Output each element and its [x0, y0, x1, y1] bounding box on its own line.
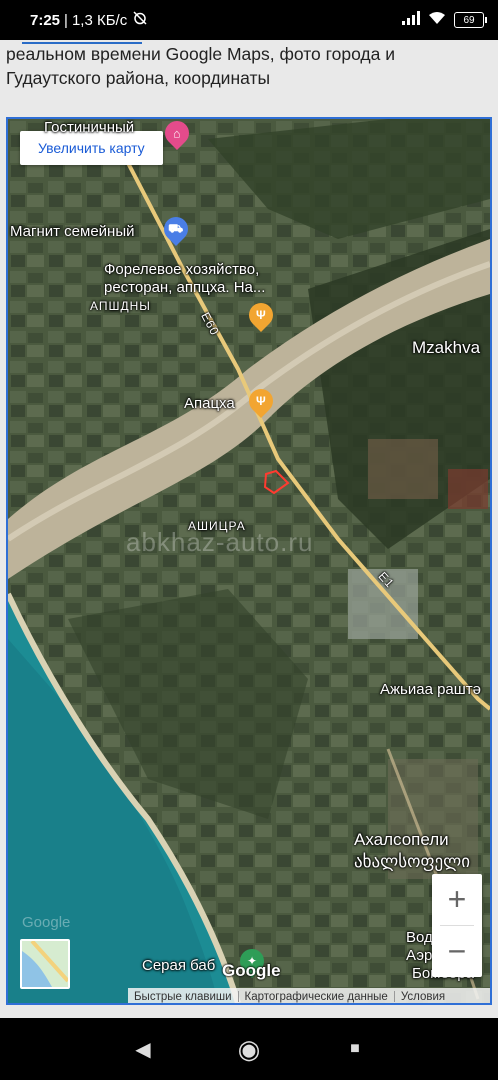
recents-nav-icon[interactable]: ■ [335, 1040, 375, 1058]
label-azhyaa: Ажьиаа раштә [380, 681, 482, 698]
label-apshdny: АПШДНЫ [90, 299, 151, 313]
alarm-off-icon [133, 11, 147, 29]
label-trout-farm-2[interactable]: ресторан, аппцха. На... [104, 279, 265, 297]
map-layer-icon [22, 941, 68, 987]
status-separator: | [64, 11, 68, 29]
map-attribution: Быстрые клавиши Картографические данные … [128, 988, 490, 1003]
status-time: 7:25 [30, 11, 61, 29]
home-nav-icon[interactable]: ◉ [229, 1034, 269, 1065]
label-akhalsopeli: Ахалсопели [354, 830, 449, 849]
label-gray[interactable]: Серая баб [142, 957, 215, 975]
zoom-control: + − [432, 874, 482, 977]
battery-icon: 69 [454, 12, 487, 28]
terms-link[interactable]: Условия [395, 991, 451, 1003]
label-aero: Аэр [406, 947, 433, 964]
article-text: реальном времени Google Maps, фото город… [6, 44, 396, 88]
zoom-in-button[interactable]: + [432, 874, 482, 925]
map-data-link[interactable]: Картографические данные [239, 991, 394, 1003]
battery-level: 69 [463, 14, 475, 26]
label-hotel[interactable]: Гостиничный [44, 119, 134, 137]
status-speed: 1,3 КБ/с [71, 11, 128, 29]
wifi-icon [428, 11, 446, 29]
satellite-map[interactable]: Увеличить карту Гостиничный ⌂ Магнит сем… [6, 117, 492, 1005]
label-akhalsopeli-georgian: ახალსოფელი [354, 852, 471, 871]
navigation-bar: ◀ ◉ ■ [0, 1018, 498, 1080]
watermark: abkhaz-auto.ru [126, 527, 314, 557]
google-logo: Google [222, 961, 281, 980]
google-logo-faint: Google [22, 914, 71, 931]
signal-icon [402, 11, 420, 29]
label-mzakhva: Mzakhva [412, 338, 481, 357]
label-trout-farm-1[interactable]: Форелевое хозяйство, [104, 261, 259, 279]
label-voda: Вод [406, 929, 433, 946]
map-layer-toggle[interactable] [20, 939, 70, 989]
keyboard-shortcuts-link[interactable]: Быстрые клавиши [128, 991, 238, 1003]
back-nav-icon[interactable]: ◀ [123, 1037, 163, 1062]
article-snippet: реальном времени Google Maps, фото город… [0, 40, 498, 114]
label-apatskha[interactable]: Апацха [184, 395, 235, 413]
zoom-out-button[interactable]: − [432, 926, 482, 977]
status-bar: 7:25 | 1,3 КБ/с 69 [0, 0, 498, 40]
label-magnit[interactable]: Магнит семейный [10, 223, 135, 241]
